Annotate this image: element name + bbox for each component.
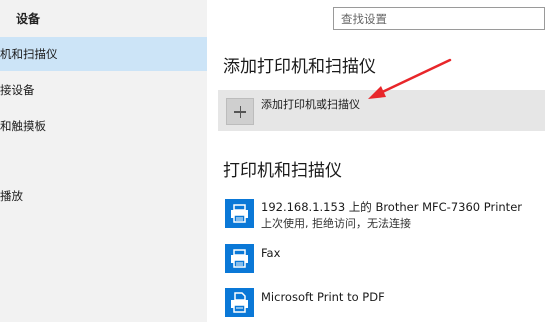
- printer-name: Fax: [261, 246, 281, 260]
- sidebar: 设备 机和扫描仪 接设备 和触摸板 播放: [0, 0, 207, 322]
- sidebar-item-label: 接设备: [0, 83, 35, 97]
- fax-icon: [225, 244, 254, 273]
- sidebar-item-connected-devices[interactable]: 接设备: [0, 73, 207, 107]
- printer-item-fax[interactable]: Fax: [225, 244, 545, 276]
- printer-name: Microsoft Print to PDF: [261, 290, 385, 304]
- sidebar-item-label: 播放: [0, 189, 23, 203]
- printer-status: 上次使用, 拒绝访问，无法连接: [261, 217, 411, 230]
- sidebar-item-mouse-touchpad[interactable]: 和触摸板: [0, 109, 207, 143]
- sidebar-item-typing[interactable]: [0, 145, 207, 179]
- plus-icon: [226, 98, 254, 125]
- printer-icon: [225, 199, 254, 228]
- sidebar-item-autoplay[interactable]: 播放: [0, 179, 207, 213]
- pdf-printer-icon: [225, 288, 254, 317]
- sidebar-item-printers-scanners[interactable]: 机和扫描仪: [0, 37, 207, 71]
- add-printer-button[interactable]: 添加打印机或扫描仪: [218, 90, 545, 131]
- printer-item-pdf[interactable]: Microsoft Print to PDF: [225, 288, 545, 320]
- printers-heading: 打印机和扫描仪: [223, 161, 342, 181]
- search-box[interactable]: [333, 7, 545, 30]
- add-printer-label: 添加打印机或扫描仪: [261, 98, 360, 111]
- sidebar-item-label: 和触摸板: [0, 119, 46, 133]
- app-title: 设备: [16, 12, 41, 26]
- add-printers-heading: 添加打印机和扫描仪: [223, 57, 376, 77]
- search-input[interactable]: [334, 8, 544, 30]
- printer-item-brother[interactable]: 192.168.1.153 上的 Brother MFC-7360 Printe…: [225, 199, 545, 231]
- sidebar-item-label: 机和扫描仪: [0, 47, 58, 61]
- printer-name: 192.168.1.153 上的 Brother MFC-7360 Printe…: [261, 200, 522, 214]
